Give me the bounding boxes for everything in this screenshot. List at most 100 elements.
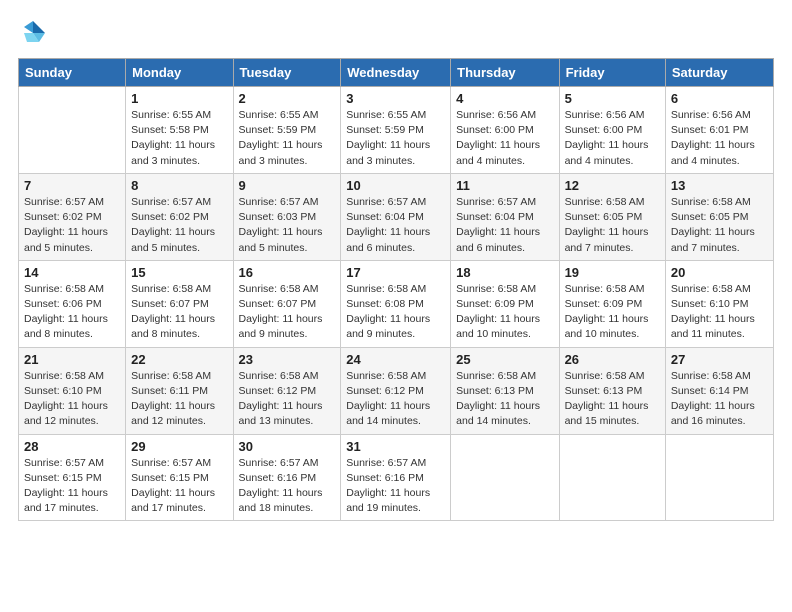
day-info: Sunrise: 6:55 AMSunset: 5:58 PMDaylight:… bbox=[131, 108, 227, 169]
day-cell: 14 Sunrise: 6:58 AMSunset: 6:06 PMDayligh… bbox=[19, 260, 126, 347]
day-number: 7 bbox=[24, 178, 120, 193]
day-info: Sunrise: 6:57 AMSunset: 6:15 PMDaylight:… bbox=[131, 456, 227, 517]
day-cell: 12 Sunrise: 6:58 AMSunset: 6:05 PMDayligh… bbox=[559, 173, 665, 260]
day-info: Sunrise: 6:58 AMSunset: 6:06 PMDaylight:… bbox=[24, 282, 120, 343]
logo-icon bbox=[18, 18, 48, 48]
day-cell: 21 Sunrise: 6:58 AMSunset: 6:10 PMDayligh… bbox=[19, 347, 126, 434]
day-number: 2 bbox=[239, 91, 336, 106]
week-row-0: 1 Sunrise: 6:55 AMSunset: 5:58 PMDaylight… bbox=[19, 87, 774, 174]
day-number: 27 bbox=[671, 352, 768, 367]
day-number: 14 bbox=[24, 265, 120, 280]
day-number: 31 bbox=[346, 439, 445, 454]
day-number: 19 bbox=[565, 265, 660, 280]
day-cell: 5 Sunrise: 6:56 AMSunset: 6:00 PMDaylight… bbox=[559, 87, 665, 174]
day-cell: 9 Sunrise: 6:57 AMSunset: 6:03 PMDaylight… bbox=[233, 173, 341, 260]
day-info: Sunrise: 6:58 AMSunset: 6:09 PMDaylight:… bbox=[565, 282, 660, 343]
day-cell: 6Sunrise: 6:56 AMSunset: 6:01 PMDaylight… bbox=[665, 87, 773, 174]
day-info: Sunrise: 6:58 AMSunset: 6:09 PMDaylight:… bbox=[456, 282, 553, 343]
day-number: 9 bbox=[239, 178, 336, 193]
day-cell: 10Sunrise: 6:57 AMSunset: 6:04 PMDayligh… bbox=[341, 173, 451, 260]
logo bbox=[18, 18, 50, 48]
day-number: 10 bbox=[346, 178, 445, 193]
day-number: 5 bbox=[565, 91, 660, 106]
day-number: 16 bbox=[239, 265, 336, 280]
day-info: Sunrise: 6:58 AMSunset: 6:12 PMDaylight:… bbox=[346, 369, 445, 430]
day-number: 28 bbox=[24, 439, 120, 454]
day-info: Sunrise: 6:57 AMSunset: 6:15 PMDaylight:… bbox=[24, 456, 120, 517]
day-info: Sunrise: 6:57 AMSunset: 6:16 PMDaylight:… bbox=[239, 456, 336, 517]
day-info: Sunrise: 6:58 AMSunset: 6:13 PMDaylight:… bbox=[456, 369, 553, 430]
day-number: 20 bbox=[671, 265, 768, 280]
day-cell: 4 Sunrise: 6:56 AMSunset: 6:00 PMDaylight… bbox=[451, 87, 559, 174]
day-info: Sunrise: 6:58 AMSunset: 6:05 PMDaylight:… bbox=[565, 195, 660, 256]
week-row-3: 21 Sunrise: 6:58 AMSunset: 6:10 PMDayligh… bbox=[19, 347, 774, 434]
calendar-table: SundayMondayTuesdayWednesdayThursdayFrid… bbox=[18, 58, 774, 521]
day-number: 22 bbox=[131, 352, 227, 367]
day-cell: 20 Sunrise: 6:58 AMSunset: 6:10 PMDayligh… bbox=[665, 260, 773, 347]
day-cell: 7 Sunrise: 6:57 AMSunset: 6:02 PMDaylight… bbox=[19, 173, 126, 260]
day-info: Sunrise: 6:55 AMSunset: 5:59 PMDaylight:… bbox=[346, 108, 445, 169]
day-info: Sunrise: 6:58 AMSunset: 6:13 PMDaylight:… bbox=[565, 369, 660, 430]
weekday-sunday: Sunday bbox=[19, 59, 126, 87]
day-info: Sunrise: 6:56 AMSunset: 6:00 PMDaylight:… bbox=[456, 108, 553, 169]
day-cell bbox=[559, 434, 665, 521]
day-info: Sunrise: 6:55 AMSunset: 5:59 PMDaylight:… bbox=[239, 108, 336, 169]
day-number: 21 bbox=[24, 352, 120, 367]
day-info: Sunrise: 6:57 AMSunset: 6:02 PMDaylight:… bbox=[24, 195, 120, 256]
day-cell bbox=[19, 87, 126, 174]
day-info: Sunrise: 6:57 AMSunset: 6:16 PMDaylight:… bbox=[346, 456, 445, 517]
day-cell: 13 Sunrise: 6:58 AMSunset: 6:05 PMDayligh… bbox=[665, 173, 773, 260]
day-info: Sunrise: 6:58 AMSunset: 6:10 PMDaylight:… bbox=[24, 369, 120, 430]
day-cell: 27 Sunrise: 6:58 AMSunset: 6:14 PMDayligh… bbox=[665, 347, 773, 434]
day-cell: 8Sunrise: 6:57 AMSunset: 6:02 PMDaylight… bbox=[126, 173, 233, 260]
day-cell: 26 Sunrise: 6:58 AMSunset: 6:13 PMDayligh… bbox=[559, 347, 665, 434]
day-cell: 2 Sunrise: 6:55 AMSunset: 5:59 PMDaylight… bbox=[233, 87, 341, 174]
day-info: Sunrise: 6:56 AMSunset: 6:00 PMDaylight:… bbox=[565, 108, 660, 169]
day-info: Sunrise: 6:57 AMSunset: 6:04 PMDaylight:… bbox=[456, 195, 553, 256]
day-cell: 22 Sunrise: 6:58 AMSunset: 6:11 PMDayligh… bbox=[126, 347, 233, 434]
week-row-2: 14 Sunrise: 6:58 AMSunset: 6:06 PMDayligh… bbox=[19, 260, 774, 347]
day-info: Sunrise: 6:58 AMSunset: 6:07 PMDaylight:… bbox=[131, 282, 227, 343]
day-number: 3 bbox=[346, 91, 445, 106]
day-number: 4 bbox=[456, 91, 553, 106]
week-row-1: 7 Sunrise: 6:57 AMSunset: 6:02 PMDaylight… bbox=[19, 173, 774, 260]
week-row-4: 28 Sunrise: 6:57 AMSunset: 6:15 PMDayligh… bbox=[19, 434, 774, 521]
day-number: 13 bbox=[671, 178, 768, 193]
day-cell: 18 Sunrise: 6:58 AMSunset: 6:09 PMDayligh… bbox=[451, 260, 559, 347]
day-number: 11 bbox=[456, 178, 553, 193]
day-number: 25 bbox=[456, 352, 553, 367]
weekday-monday: Monday bbox=[126, 59, 233, 87]
day-number: 15 bbox=[131, 265, 227, 280]
day-info: Sunrise: 6:58 AMSunset: 6:05 PMDaylight:… bbox=[671, 195, 768, 256]
day-number: 24 bbox=[346, 352, 445, 367]
day-number: 26 bbox=[565, 352, 660, 367]
day-info: Sunrise: 6:58 AMSunset: 6:10 PMDaylight:… bbox=[671, 282, 768, 343]
day-cell: 31 Sunrise: 6:57 AMSunset: 6:16 PMDayligh… bbox=[341, 434, 451, 521]
day-number: 17 bbox=[346, 265, 445, 280]
day-cell: 24 Sunrise: 6:58 AMSunset: 6:12 PMDayligh… bbox=[341, 347, 451, 434]
day-cell: 29Sunrise: 6:57 AMSunset: 6:15 PMDayligh… bbox=[126, 434, 233, 521]
day-number: 18 bbox=[456, 265, 553, 280]
day-cell: 19 Sunrise: 6:58 AMSunset: 6:09 PMDayligh… bbox=[559, 260, 665, 347]
weekday-tuesday: Tuesday bbox=[233, 59, 341, 87]
day-cell: 25 Sunrise: 6:58 AMSunset: 6:13 PMDayligh… bbox=[451, 347, 559, 434]
day-cell bbox=[451, 434, 559, 521]
day-info: Sunrise: 6:58 AMSunset: 6:08 PMDaylight:… bbox=[346, 282, 445, 343]
day-info: Sunrise: 6:57 AMSunset: 6:03 PMDaylight:… bbox=[239, 195, 336, 256]
day-cell: 17 Sunrise: 6:58 AMSunset: 6:08 PMDayligh… bbox=[341, 260, 451, 347]
day-cell: 11 Sunrise: 6:57 AMSunset: 6:04 PMDayligh… bbox=[451, 173, 559, 260]
day-number: 8 bbox=[131, 178, 227, 193]
day-cell: 23Sunrise: 6:58 AMSunset: 6:12 PMDayligh… bbox=[233, 347, 341, 434]
day-number: 1 bbox=[131, 91, 227, 106]
weekday-header-row: SundayMondayTuesdayWednesdayThursdayFrid… bbox=[19, 59, 774, 87]
day-info: Sunrise: 6:58 AMSunset: 6:14 PMDaylight:… bbox=[671, 369, 768, 430]
day-number: 23 bbox=[239, 352, 336, 367]
day-info: Sunrise: 6:58 AMSunset: 6:11 PMDaylight:… bbox=[131, 369, 227, 430]
day-info: Sunrise: 6:58 AMSunset: 6:07 PMDaylight:… bbox=[239, 282, 336, 343]
page: SundayMondayTuesdayWednesdayThursdayFrid… bbox=[0, 0, 792, 612]
day-number: 12 bbox=[565, 178, 660, 193]
weekday-saturday: Saturday bbox=[665, 59, 773, 87]
day-cell: 16 Sunrise: 6:58 AMSunset: 6:07 PMDayligh… bbox=[233, 260, 341, 347]
day-info: Sunrise: 6:56 AMSunset: 6:01 PMDaylight:… bbox=[671, 108, 768, 169]
day-cell: 3 Sunrise: 6:55 AMSunset: 5:59 PMDaylight… bbox=[341, 87, 451, 174]
